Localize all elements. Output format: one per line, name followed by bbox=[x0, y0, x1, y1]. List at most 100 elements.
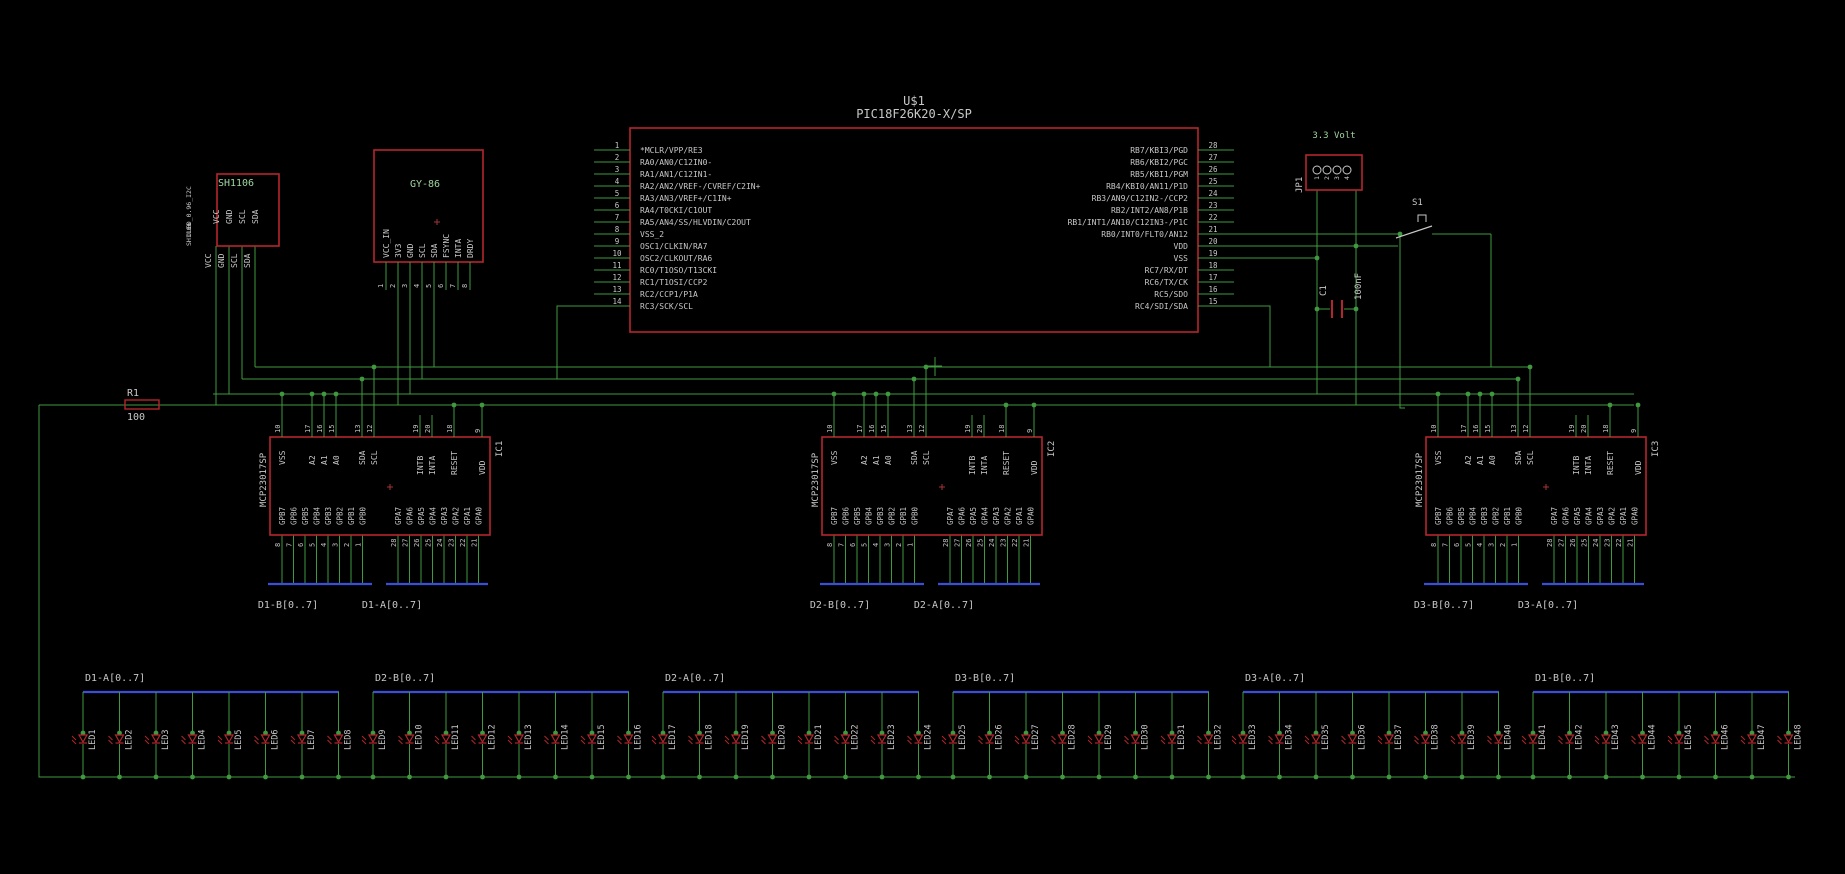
expander-pin-name: GPA4 bbox=[981, 506, 990, 525]
expander-pin-name: INTB bbox=[416, 456, 425, 475]
junction-dot bbox=[1313, 774, 1319, 780]
mcu-pin-name: RC1/T1OSI/CCP2 bbox=[640, 278, 708, 287]
junction-dot bbox=[309, 391, 315, 397]
expander-pin-number: 23 bbox=[1604, 539, 1612, 547]
expander-pin-name: GPA6 bbox=[958, 506, 967, 525]
led-name: LED30 bbox=[1141, 724, 1151, 750]
led-name: LED43 bbox=[1611, 724, 1621, 750]
junction-dot bbox=[1530, 774, 1536, 780]
mcu-pin-number: 19 bbox=[1208, 249, 1217, 258]
expander-pin-name: GPA0 bbox=[1027, 506, 1036, 525]
junction-dot bbox=[861, 391, 867, 397]
schematic-canvas[interactable]: U$1PIC18F26K20-X/SP 1 *MCLR/VPP/RE3 2 RA0/AN… bbox=[0, 0, 1845, 874]
junction-dot bbox=[1749, 774, 1755, 780]
junction-dot bbox=[1169, 774, 1175, 780]
junction-dot bbox=[843, 774, 848, 780]
expander-pin-name: GPB0 bbox=[911, 506, 920, 525]
expander-pin-number: 26 bbox=[1569, 539, 1577, 547]
expander-pin-name: GPB2 bbox=[1492, 507, 1501, 525]
expander-pin-name: A2 bbox=[860, 455, 869, 465]
oled-pin-name: GND bbox=[225, 209, 234, 224]
expander-pin-number: 17 bbox=[1460, 425, 1468, 433]
led-name: LED26 bbox=[995, 724, 1005, 750]
junction-dot bbox=[1096, 774, 1102, 780]
expander-pin-number: 21 bbox=[471, 539, 479, 547]
junction-dot bbox=[1206, 774, 1211, 780]
mcu-pin-number: 23 bbox=[1208, 201, 1217, 210]
oled-pin-label: SCL bbox=[230, 253, 239, 268]
expander-pin-number: 5 bbox=[861, 543, 869, 547]
oled-pin-name: SDA bbox=[251, 209, 260, 224]
mcu-pin-name: RC6/TX/CK bbox=[1145, 278, 1189, 287]
expander-pin-number: 25 bbox=[1581, 539, 1589, 547]
r1-value: 100 bbox=[127, 412, 145, 423]
expander-pin-name: VDD bbox=[1634, 460, 1643, 475]
jp1-value: 3.3 Volt bbox=[1312, 131, 1355, 141]
expander-pin-number: 27 bbox=[954, 539, 962, 547]
expander-pin-name: SCL bbox=[1526, 450, 1535, 465]
junction-dot bbox=[371, 364, 377, 370]
mcu-pin-name: RB6/KBI2/PGC bbox=[1130, 158, 1188, 167]
mcu-pin-number: 14 bbox=[612, 297, 622, 306]
expander-pin-name: A1 bbox=[320, 455, 329, 465]
gy86-pin-number: 8 bbox=[461, 284, 469, 288]
expander-pin-number: 13 bbox=[1510, 425, 1518, 433]
junction-dot bbox=[733, 774, 739, 780]
junction-dot bbox=[1786, 774, 1791, 780]
led-name: LED46 bbox=[1721, 724, 1731, 750]
junction-dot bbox=[1635, 402, 1641, 408]
expander-pin-name: GPB7 bbox=[1434, 507, 1443, 525]
led-name: LED18 bbox=[705, 724, 715, 750]
c1-name: C1 bbox=[1319, 285, 1329, 296]
mcu-pin-number: 1 bbox=[615, 141, 620, 150]
expander-pin-name: GPA4 bbox=[1585, 506, 1594, 525]
expander-pin-number: 1 bbox=[355, 543, 363, 547]
expander-pin-name: A1 bbox=[872, 455, 881, 465]
mcu-pin-number: 21 bbox=[1208, 225, 1217, 234]
expander-pin-number: 21 bbox=[1023, 539, 1031, 547]
mcu-pin-number: 2 bbox=[615, 153, 620, 162]
expander-pin-name: GPB4 bbox=[313, 506, 322, 525]
expander-pin-name: GPA7 bbox=[394, 507, 403, 525]
expander-pin-number: 12 bbox=[366, 425, 374, 433]
expander-pin-name: GPB2 bbox=[336, 507, 345, 525]
mcu-pin-number: 12 bbox=[612, 273, 621, 282]
mcu-pin-number: 28 bbox=[1208, 141, 1218, 150]
expander-pin-name: RESET bbox=[1606, 451, 1615, 475]
mcu-pin-number: 26 bbox=[1208, 165, 1218, 174]
junction-dot bbox=[1477, 391, 1483, 397]
expander-pin-name: SCL bbox=[922, 450, 931, 465]
expander-pin-number: 26 bbox=[965, 539, 973, 547]
junction-dot bbox=[80, 774, 86, 780]
mcu-pin-name: RB3/AN9/C12IN2-/CCP2 bbox=[1092, 194, 1189, 203]
c1-value: 100nF bbox=[1354, 273, 1364, 300]
expander-pin-name: GPA7 bbox=[1550, 507, 1559, 525]
junction-dot bbox=[359, 376, 365, 382]
expander-pin-number: 13 bbox=[906, 425, 914, 433]
mcu-pin-name: VSS_2 bbox=[640, 230, 664, 239]
expander-pin-name: GPA2 bbox=[1004, 507, 1013, 525]
expander-pin-number: 22 bbox=[459, 539, 467, 547]
mcu-pin-name: RB7/KBI3/PGD bbox=[1130, 146, 1188, 155]
mcu-pin-name: RA4/T0CKI/C1OUT bbox=[640, 206, 712, 215]
expander-pin-name: GPA7 bbox=[946, 507, 955, 525]
expander-pin-name: GPA3 bbox=[1596, 507, 1605, 525]
junction-dot bbox=[279, 391, 285, 397]
expander-pin-number: 25 bbox=[977, 539, 985, 547]
junction-dot bbox=[336, 774, 341, 780]
mcu-pin-name: RC0/T1OSO/T13CKI bbox=[640, 266, 717, 275]
junction-dot bbox=[831, 391, 837, 397]
expander-pin-number: 26 bbox=[413, 539, 421, 547]
junction-dot bbox=[1314, 306, 1320, 312]
gy86-pin-number: 7 bbox=[449, 284, 457, 288]
mcu-pin-name: RB5/KBI1/PGM bbox=[1130, 170, 1188, 179]
expander-pin-number: 6 bbox=[1453, 543, 1461, 547]
expander-pin-number: 28 bbox=[390, 539, 398, 547]
mcu-pin-name: RB0/INT0/FLT0/AN12 bbox=[1101, 230, 1188, 239]
expander-pin-name: GPB1 bbox=[347, 507, 356, 525]
expander-pin-name: INTA bbox=[980, 456, 989, 475]
expander-pin-number: 18 bbox=[446, 425, 454, 433]
expander-pin-number: 5 bbox=[309, 543, 317, 547]
expander-pin-name: GPB6 bbox=[290, 506, 299, 525]
expander-pin-number: 1 bbox=[1511, 543, 1519, 547]
